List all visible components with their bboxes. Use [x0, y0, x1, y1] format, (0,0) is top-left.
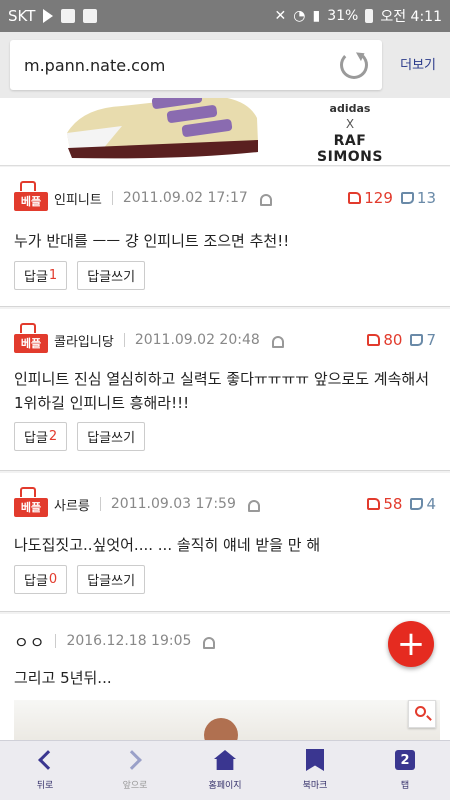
divider: [123, 333, 125, 347]
comment-text: 나도집짓고..싶엇어.... ... 솔직히 얘네 받을 만 해: [14, 536, 321, 554]
nav-bookmarks-button[interactable]: 북마크: [270, 741, 360, 800]
brand-collab-x: X: [345, 117, 355, 131]
search-icon: [415, 706, 426, 717]
upvote-button[interactable]: 129: [348, 189, 393, 207]
comment-date: 2011.09.03 17:59: [110, 496, 236, 512]
write-reply-button[interactable]: 답글쓰기: [77, 422, 146, 451]
forward-arrow-icon: [122, 750, 142, 770]
thumbs-up-icon: [367, 334, 381, 346]
comment-item: ㅇㅇ 2016.12.18 19:05 그리고 5년뒤...: [0, 614, 450, 752]
comment-text: 그리고 5년뒤...: [14, 669, 112, 687]
divider: [55, 634, 57, 648]
best-reply-badge: 베플: [14, 487, 48, 519]
home-icon: [214, 750, 236, 770]
upvote-button[interactable]: 80: [367, 331, 402, 349]
comment-author[interactable]: 콜라입니당: [54, 331, 114, 350]
upvote-button[interactable]: 58: [367, 495, 402, 513]
report-icon[interactable]: [247, 500, 260, 512]
wifi-icon: ◔: [293, 8, 306, 24]
report-icon[interactable]: [271, 336, 284, 348]
downvote-button[interactable]: 7: [410, 331, 436, 349]
signal-icon: ▮: [312, 8, 321, 24]
replies-button[interactable]: 답글 0: [14, 565, 68, 594]
comment-text: 누가 반대를 ㅡㅡ 걍 인피니트 조으면 추천!!: [14, 232, 290, 250]
thumbs-up-icon: [20, 487, 36, 497]
thumbs-up-icon: [367, 498, 381, 510]
reply-count: 1: [48, 268, 58, 283]
thumbs-up-icon: [20, 181, 36, 191]
clock: 오전 4:11: [380, 9, 442, 25]
brand-logo: adidas X RAF SIMONS: [300, 102, 400, 165]
browser-toolbar: m.pann.nate.com 더보기: [0, 32, 450, 98]
best-reply-badge: 베플: [14, 181, 48, 213]
write-reply-button[interactable]: 답글쓰기: [77, 565, 146, 594]
banner-ad[interactable]: adidas X RAF SIMONS: [0, 98, 450, 166]
write-reply-button[interactable]: 답글쓰기: [77, 261, 146, 290]
brand-adidas: adidas: [329, 102, 371, 115]
divider: [99, 497, 101, 511]
nav-forward-button[interactable]: 앞으로: [90, 741, 180, 800]
comment-item: 베플 콜라입니당 2011.09.02 20:48 80 7 인피니트 진심 열…: [0, 309, 450, 471]
thumbs-up-icon: [348, 192, 362, 204]
downvote-button[interactable]: 4: [410, 495, 436, 513]
nav-bookmarks-label: 북마크: [302, 781, 328, 791]
comment-author[interactable]: 사르릉: [54, 495, 90, 514]
brand-raf-simons: RAF SIMONS: [317, 133, 383, 165]
nav-back-label: 뒤로: [36, 781, 54, 791]
sneaker-image: [67, 98, 258, 159]
nav-back-button[interactable]: 뒤로: [0, 741, 90, 800]
browser-bottom-nav: 뒤로 앞으로 홈페이지 북마크 2 탭: [0, 740, 450, 800]
upvote-count: 80: [383, 331, 403, 349]
downvote-count: 7: [426, 331, 436, 349]
comment-date: 2011.09.02 20:48: [134, 332, 260, 348]
search-button[interactable]: [408, 700, 436, 728]
divider: [111, 191, 113, 205]
reload-icon[interactable]: [340, 51, 368, 79]
battery-level: 31%: [327, 8, 359, 24]
bookmark-icon: [306, 749, 324, 771]
tabs-icon: 2: [395, 750, 415, 770]
thumbs-down-icon: [410, 498, 424, 510]
upvote-count: 129: [364, 189, 393, 207]
comment-date: 2016.12.18 19:05: [66, 633, 192, 649]
nav-tabs-button[interactable]: 2 탭: [360, 741, 450, 800]
play-store-icon: [43, 9, 54, 23]
comment-author[interactable]: ㅇㅇ: [14, 629, 45, 653]
status-bar: SKT ✕ ◔ ▮ 31% 오전 4:11: [0, 0, 450, 32]
replies-button[interactable]: 답글 2: [14, 422, 68, 451]
comment-item: 베플 사르릉 2011.09.03 17:59 58 4 나도집짓고..싶엇어.…: [0, 473, 450, 612]
mute-icon: ✕: [274, 8, 287, 24]
nav-tabs-label: 탭: [400, 781, 410, 791]
report-icon[interactable]: [259, 194, 272, 206]
downvote-count: 13: [416, 189, 436, 207]
more-button[interactable]: 더보기: [400, 54, 436, 73]
upvote-count: 58: [383, 495, 403, 513]
downvote-button[interactable]: 13: [400, 189, 436, 207]
replies-button[interactable]: 답글 1: [14, 261, 68, 290]
thumbs-down-icon: [400, 192, 414, 204]
carrier-label: SKT: [8, 7, 36, 25]
thumbs-up-icon: [20, 323, 36, 333]
nav-home-label: 홈페이지: [208, 781, 242, 791]
url-text: m.pann.nate.com: [24, 55, 166, 75]
url-field[interactable]: m.pann.nate.com: [10, 40, 382, 90]
report-icon[interactable]: [203, 637, 216, 649]
thumbs-down-icon: [410, 334, 424, 346]
add-button[interactable]: +: [388, 621, 434, 667]
comment-item: 베플 인피니트 2011.09.02 17:17 129 13 누가 반대를 ㅡ…: [0, 167, 450, 307]
comment-author[interactable]: 인피니트: [54, 189, 102, 208]
gallery-icon: [61, 9, 76, 23]
back-arrow-icon: [38, 750, 58, 770]
nav-home-button[interactable]: 홈페이지: [180, 741, 270, 800]
nav-forward-label: 앞으로: [122, 781, 148, 791]
battery-icon: [365, 9, 374, 23]
best-reply-badge: 베플: [14, 323, 48, 355]
reply-count: 2: [48, 429, 58, 444]
reply-count: 0: [48, 572, 58, 587]
comment-text: 인피니트 진심 열심히하고 실력도 좋다ㅠㅠㅠㅠ 앞으로도 계속해서 1위하길 …: [14, 370, 430, 412]
downvote-count: 4: [426, 495, 436, 513]
notification-icon: [83, 9, 98, 23]
comment-date: 2011.09.02 17:17: [122, 190, 248, 206]
